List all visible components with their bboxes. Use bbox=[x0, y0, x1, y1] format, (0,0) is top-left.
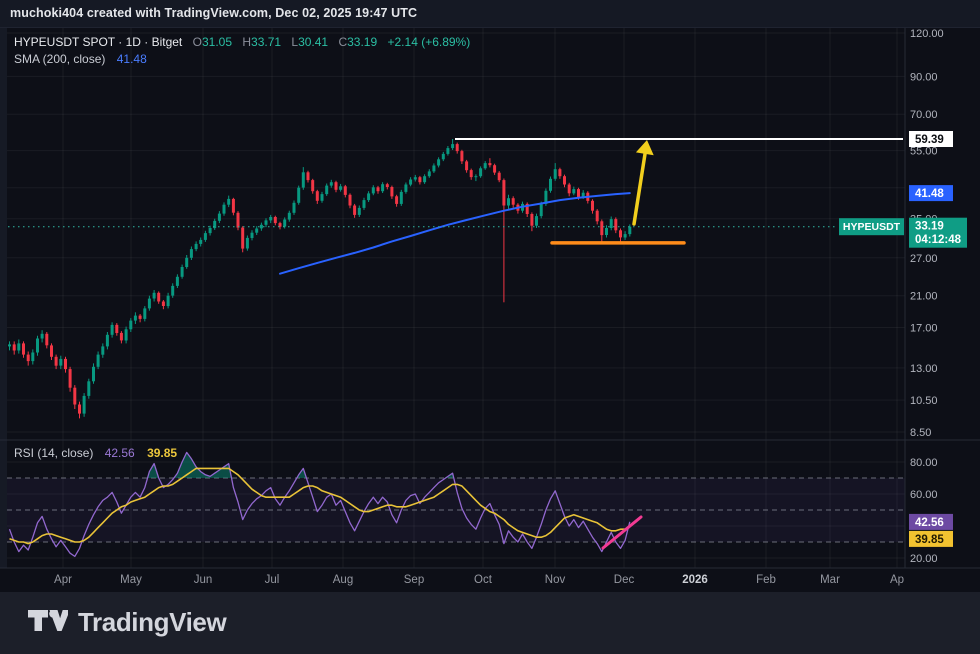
price-axis-label: 21.00 bbox=[910, 291, 938, 303]
tradingview-logo[interactable]: TradingView bbox=[28, 607, 226, 638]
high-value: 33.71 bbox=[251, 35, 281, 49]
price-axis-label: 90.00 bbox=[910, 71, 938, 83]
rsi-axis-label: 60.00 bbox=[910, 489, 938, 501]
chart-canvas[interactable]: 120.0090.0070.0055.0035.0027.0021.0017.0… bbox=[0, 28, 980, 592]
svg-text:42.56: 42.56 bbox=[915, 517, 944, 529]
tradingview-brand-text: TradingView bbox=[78, 607, 226, 638]
sma-line[interactable] bbox=[280, 193, 630, 274]
open-value: 31.05 bbox=[202, 35, 232, 49]
high-label: H bbox=[242, 35, 251, 49]
month-label: Dec bbox=[614, 574, 635, 586]
rsi-axis-label: 20.00 bbox=[910, 553, 938, 565]
month-label: Apr bbox=[54, 574, 72, 586]
svg-text:39.85: 39.85 bbox=[915, 534, 944, 546]
month-label: 2026 bbox=[682, 574, 708, 586]
svg-text:59.39: 59.39 bbox=[915, 134, 944, 146]
price-axis-label: 17.00 bbox=[910, 323, 938, 335]
price-axis-label: 70.00 bbox=[910, 109, 938, 121]
month-label: Sep bbox=[404, 574, 424, 586]
rsi-axis[interactable]: 80.00 60.00 20.00 bbox=[910, 457, 938, 565]
tradingview-logo-icon bbox=[28, 610, 68, 636]
svg-text:04:12:48: 04:12:48 bbox=[915, 234, 962, 246]
price-axis-label: 13.00 bbox=[910, 363, 938, 375]
rsi-ma-value: 39.85 bbox=[147, 446, 177, 460]
attribution-text: muchoki404 created with TradingView.com,… bbox=[10, 6, 417, 20]
price-axis-label: 8.50 bbox=[910, 427, 931, 439]
sma-label[interactable]: SMA (200, close) bbox=[14, 52, 105, 66]
footer-bar: TradingView bbox=[0, 592, 980, 654]
rsi-axis-label: 80.00 bbox=[910, 457, 938, 469]
symbol-ohlc-row: HYPEUSDT SPOT · 1D · Bitget O31.05 H33.7… bbox=[14, 34, 470, 51]
svg-text:33.19: 33.19 bbox=[915, 221, 944, 233]
svg-text:HYPEUSDT: HYPEUSDT bbox=[843, 221, 901, 233]
price-axis-label: 27.00 bbox=[910, 253, 938, 265]
month-label: Ap bbox=[890, 574, 904, 586]
month-label: Nov bbox=[545, 574, 566, 586]
rsi-legend: RSI (14, close) 42.56 39.85 bbox=[14, 446, 177, 460]
month-label: Jun bbox=[194, 574, 213, 586]
rsi-label[interactable]: RSI (14, close) bbox=[14, 446, 93, 460]
close-value: 33.19 bbox=[347, 35, 377, 49]
symbol-legend: HYPEUSDT SPOT · 1D · Bitget O31.05 H33.7… bbox=[14, 34, 470, 68]
low-value: 30.41 bbox=[298, 35, 328, 49]
open-label: O bbox=[193, 35, 202, 49]
time-axis[interactable]: Apr May Jun Jul Aug Sep Oct Nov Dec 2026 Feb Mar Ap bbox=[54, 574, 904, 586]
yellow-breakout-arrow[interactable] bbox=[634, 140, 654, 224]
price-axis-label: 120.00 bbox=[910, 28, 944, 40]
change-value: +2.14 (+6.89%) bbox=[388, 35, 471, 49]
month-label: Oct bbox=[474, 574, 493, 586]
month-label: Feb bbox=[756, 574, 776, 586]
attribution-bar: muchoki404 created with TradingView.com,… bbox=[0, 0, 980, 28]
symbol-price-marker[interactable]: HYPEUSDT bbox=[839, 218, 904, 235]
candlestick-series[interactable] bbox=[8, 139, 631, 418]
price-axis-label: 55.00 bbox=[910, 146, 938, 158]
sma-legend-row: SMA (200, close) 41.48 bbox=[14, 51, 470, 68]
month-label: Jul bbox=[265, 574, 280, 586]
svg-text:41.48: 41.48 bbox=[915, 188, 944, 200]
month-label: May bbox=[120, 574, 142, 586]
rsi-value: 42.56 bbox=[105, 446, 135, 460]
close-label: C bbox=[338, 35, 347, 49]
month-label: Aug bbox=[333, 574, 353, 586]
sma-value: 41.48 bbox=[117, 52, 147, 66]
left-gutter bbox=[0, 28, 7, 568]
symbol-title[interactable]: HYPEUSDT SPOT · 1D · Bitget bbox=[14, 35, 182, 49]
price-axis-label: 10.50 bbox=[910, 395, 938, 407]
month-label: Mar bbox=[820, 574, 840, 586]
